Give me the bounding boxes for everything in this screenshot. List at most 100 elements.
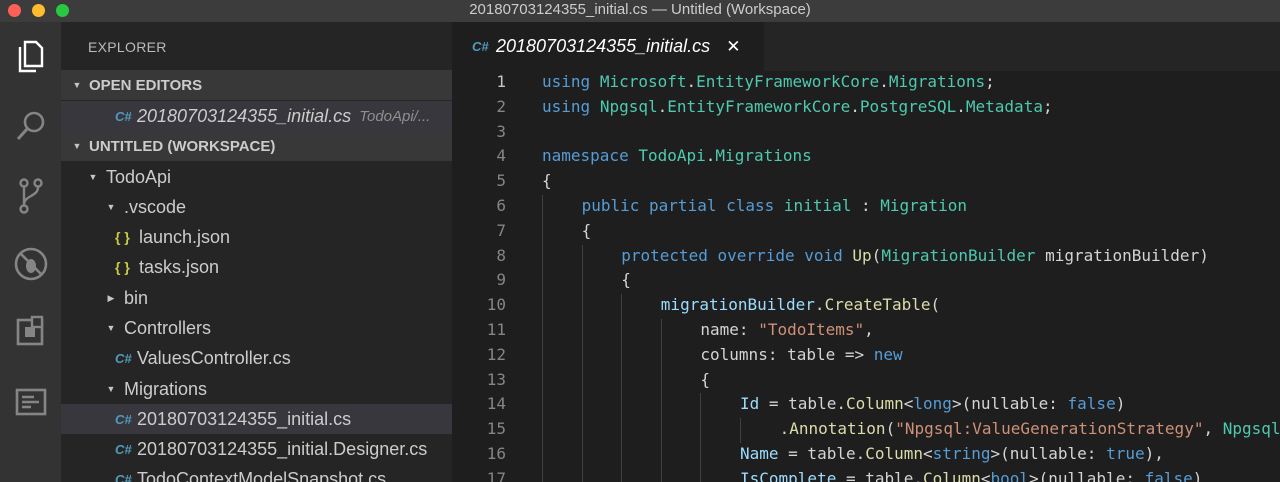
code-token: ( xyxy=(871,245,882,265)
code-line: IsComplete = table.Column<bool>(nullable… xyxy=(740,469,1202,482)
indent-guide xyxy=(621,343,623,369)
code-token: partial xyxy=(649,196,717,215)
indent-guide xyxy=(581,467,583,482)
code-token: : xyxy=(851,196,881,215)
indent-guide xyxy=(542,343,543,369)
indent-guide xyxy=(660,368,662,394)
code-line: { xyxy=(700,370,710,389)
indent-guide xyxy=(542,368,543,394)
close-icon[interactable]: ✕ xyxy=(726,37,740,57)
line-number: 7 xyxy=(496,220,506,240)
indent-guide xyxy=(542,443,543,468)
editor: C# 20180703124355_initial.cs ✕ 1 using Mi… xyxy=(452,22,1280,482)
tree-item-valuescontroller[interactable]: C# ValuesController.cs xyxy=(61,343,452,373)
tree-item-bin[interactable]: ▶ bin xyxy=(61,283,452,313)
code-token: { xyxy=(542,171,552,191)
tree-item-todoapi[interactable]: ▼ TodoApi xyxy=(61,162,452,192)
tree-item-vscode[interactable]: ▼ .vscode xyxy=(61,192,452,222)
indent-guide xyxy=(542,418,543,443)
code-token: void xyxy=(804,245,843,265)
explorer-sidebar: EXPLORER ▼ OPEN EDITORS C# 2018070312435… xyxy=(61,22,452,482)
code-token: Column xyxy=(865,444,924,463)
code-token: . xyxy=(814,295,825,315)
line-number: 6 xyxy=(496,196,506,215)
code-token: initial xyxy=(783,196,852,215)
search-icon[interactable] xyxy=(0,101,61,151)
code-token: Microsoft xyxy=(599,72,687,91)
indent-guide xyxy=(621,294,623,319)
indent-guide xyxy=(542,244,543,270)
line-number: 12 xyxy=(486,344,506,364)
tree-item-label: TodoContextModelSnapshot.cs xyxy=(137,468,387,482)
code-line: columns: table => new xyxy=(700,345,902,364)
code-token: Up xyxy=(852,245,872,265)
code-token: name: xyxy=(700,320,759,339)
tree-item-initial-designer-cs[interactable]: C# 20180703124355_initial.Designer.cs xyxy=(61,434,452,464)
code-token: ( xyxy=(930,295,941,315)
code-token: Npgsql xyxy=(599,96,658,116)
indent-guide xyxy=(542,219,543,245)
tree-item-tasks-json[interactable]: { } tasks.json xyxy=(61,252,452,282)
indent-guide xyxy=(581,269,583,295)
code-line: namespace TodoApi.Migrations xyxy=(542,146,812,165)
code-token: migrationBuilder xyxy=(660,295,815,315)
line-number: 9 xyxy=(496,270,506,290)
csharp-file-icon: C# xyxy=(115,411,132,427)
tree-item-initial-cs[interactable]: C# 20180703124355_initial.cs xyxy=(61,404,452,434)
code-token: using xyxy=(542,72,591,91)
tree-item-snapshot-cs[interactable]: C# TodoContextModelSnapshot.cs xyxy=(61,464,452,482)
line-number: 5 xyxy=(496,171,506,191)
code-token: Metadata xyxy=(965,96,1043,116)
editor-tab-bar: C# 20180703124355_initial.cs ✕ xyxy=(452,22,1280,71)
explorer-icon[interactable] xyxy=(0,31,61,81)
tree-item-label: Migrations xyxy=(124,378,208,399)
code-area[interactable]: 1 using Microsoft.EntityFrameworkCore.Mig… xyxy=(452,71,1280,482)
tree-item-launch-json[interactable]: { } launch.json xyxy=(61,222,452,252)
open-editors-label: OPEN EDITORS xyxy=(89,76,203,94)
indent-guide xyxy=(660,343,662,369)
line-number: 16 xyxy=(486,444,506,463)
chevron-down-icon: ▼ xyxy=(106,202,116,212)
outline-icon[interactable] xyxy=(0,377,61,427)
json-file-icon: { } xyxy=(115,259,130,275)
code-line: { xyxy=(621,270,631,289)
csharp-file-icon: C# xyxy=(472,39,489,54)
tree-item-controllers[interactable]: ▼ Controllers xyxy=(61,313,452,343)
tree-item-label: Controllers xyxy=(124,317,212,338)
code-token: ( xyxy=(885,419,896,439)
indent-guide xyxy=(700,418,702,443)
line-number: 10 xyxy=(486,295,506,315)
code-token: TodoApi xyxy=(638,146,706,166)
workspace-header[interactable]: ▼ UNTITLED (WORKSPACE) xyxy=(61,131,452,161)
code-token: Migration xyxy=(880,196,967,215)
chevron-down-icon: ▼ xyxy=(72,80,82,90)
code-token: = table. xyxy=(759,394,846,414)
code-token: = table. xyxy=(836,468,924,482)
line-number: 14 xyxy=(486,394,506,414)
code-token: override xyxy=(717,245,795,265)
indent-guide xyxy=(660,418,662,443)
debug-icon[interactable] xyxy=(0,239,61,289)
code-line: { xyxy=(542,171,552,190)
tab-initial-cs[interactable]: C# 20180703124355_initial.cs ✕ xyxy=(452,22,764,71)
json-file-icon: { } xyxy=(115,229,130,245)
csharp-file-icon: C# xyxy=(115,441,132,457)
workspace-label: UNTITLED (WORKSPACE) xyxy=(89,137,276,155)
source-control-icon[interactable] xyxy=(0,171,61,221)
indent-guide xyxy=(621,443,623,468)
indent-guide xyxy=(581,319,583,344)
tree-item-migrations[interactable]: ▼ Migrations xyxy=(61,374,452,404)
code-token: string xyxy=(932,444,991,463)
indent-guide xyxy=(740,418,741,443)
code-token: false xyxy=(1144,468,1193,482)
extensions-icon[interactable] xyxy=(0,306,61,356)
open-editors-header[interactable]: ▼ OPEN EDITORS xyxy=(61,70,452,100)
title-bar: 20180703124355_initial.cs — Untitled (Wo… xyxy=(0,0,1280,22)
open-editor-item[interactable]: C# 20180703124355_initial.cs TodoApi/... xyxy=(61,101,452,131)
code-token: , xyxy=(864,320,874,339)
code-token: < xyxy=(903,394,914,414)
indent-guide xyxy=(581,368,583,394)
